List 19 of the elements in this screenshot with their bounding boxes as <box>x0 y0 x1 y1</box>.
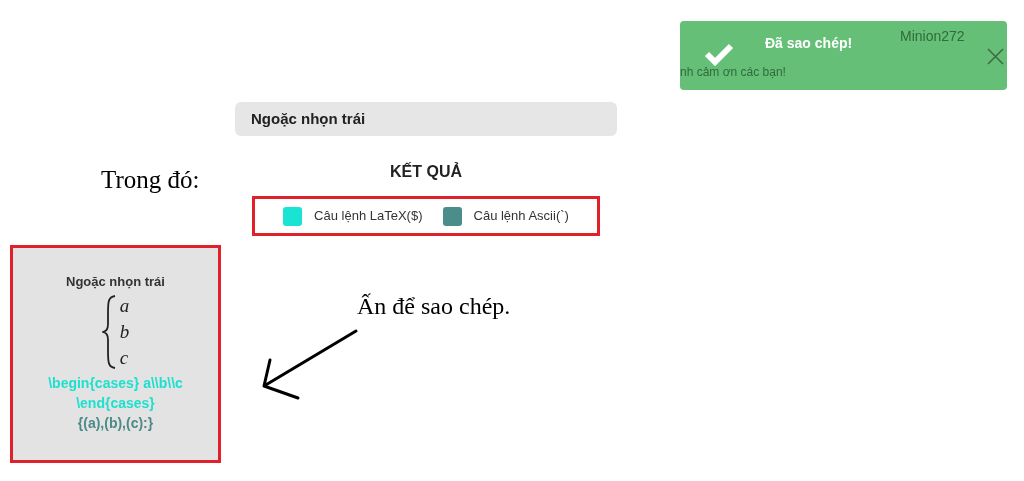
card-title: Ngoặc nhọn trái <box>66 273 165 291</box>
math-case: b <box>119 319 130 344</box>
result-title: KẾT QUẢ <box>390 161 462 182</box>
symbol-card[interactable]: Ngoặc nhọn trái a b c \begin{cases} a\\b\\c \end{cases} {(a),(b),(c):} <box>10 245 221 463</box>
ascii-code: {(a),(b),(c):} <box>77 413 154 433</box>
brace-icon <box>101 293 116 370</box>
legend-label: Câu lệnh LaTeX($) <box>314 207 423 226</box>
latex-code: \begin{cases} a\\b\\c \end{cases} <box>47 373 184 413</box>
faded-username: Minion272 <box>900 27 965 46</box>
symbol-header: Ngoặc nhọn trái <box>235 102 617 136</box>
close-icon[interactable] <box>987 48 1004 65</box>
math-case: a <box>119 293 130 318</box>
math-case: c <box>119 345 130 370</box>
toast-message: Đã sao chép! <box>765 34 853 53</box>
faded-text: nh cảm ơn các bạn! <box>680 64 786 81</box>
annotation-text: Ấn để sao chép. <box>357 292 511 321</box>
legend-label: Câu lệnh Ascii(`) <box>473 207 569 226</box>
annotation-text: Trong đó: <box>101 165 200 195</box>
checkmark-icon <box>704 42 734 66</box>
